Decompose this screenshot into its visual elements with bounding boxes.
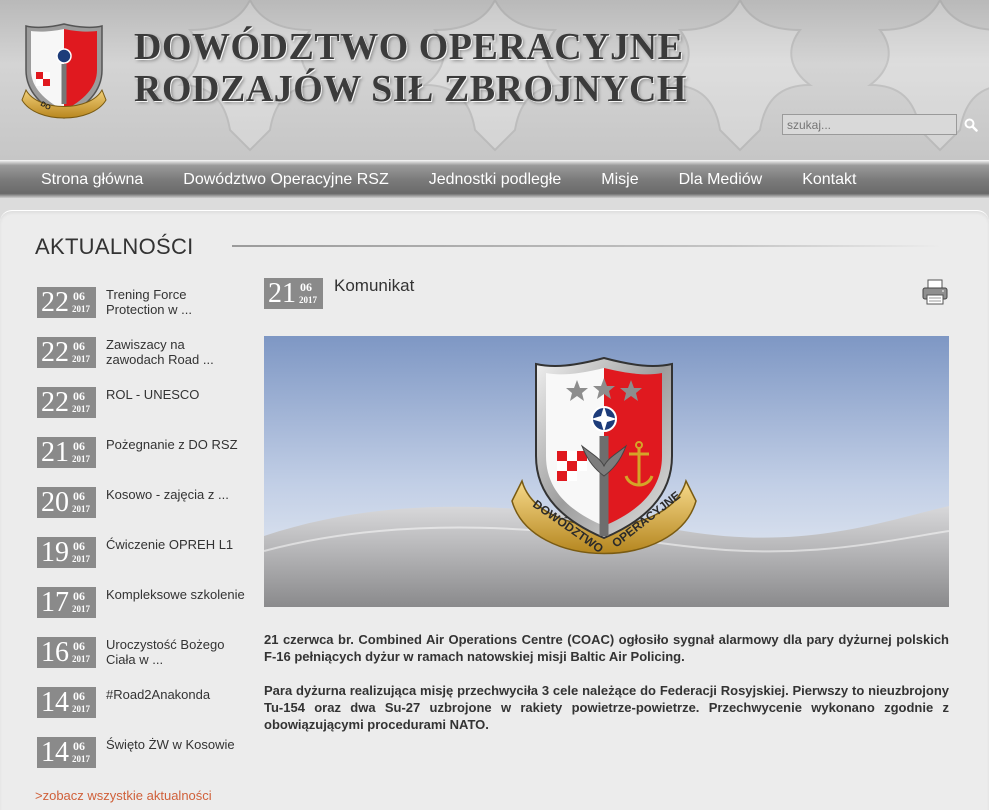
date-month: 06 bbox=[73, 739, 85, 753]
date-badge: 22 06 2017 bbox=[37, 337, 96, 368]
news-item-title[interactable]: Uroczystość Bożego Ciała w ... bbox=[106, 637, 246, 667]
date-day: 21 bbox=[41, 437, 69, 468]
date-year: 2017 bbox=[72, 354, 90, 364]
search-button[interactable] bbox=[960, 114, 982, 135]
date-year: 2017 bbox=[299, 295, 317, 305]
all-news-link[interactable]: >zobacz wszystkie aktualności bbox=[35, 788, 212, 803]
nav-item-media[interactable]: Dla Mediów bbox=[659, 161, 783, 199]
date-month: 06 bbox=[73, 589, 85, 603]
date-day: 22 bbox=[41, 387, 69, 418]
print-icon[interactable] bbox=[921, 279, 949, 305]
section-divider bbox=[232, 245, 942, 247]
news-item-title[interactable]: Ćwiczenie OPREH L1 bbox=[106, 537, 246, 552]
date-badge: 19 06 2017 bbox=[37, 537, 96, 568]
date-day: 20 bbox=[41, 487, 69, 518]
site-title[interactable]: DOWÓDZTWO OPERACYJNE RODZAJÓW SIŁ ZBROJN… bbox=[134, 26, 687, 110]
search-input[interactable] bbox=[782, 114, 957, 135]
news-item[interactable]: 22 06 2017 ROL - UNESCO bbox=[37, 387, 247, 427]
date-month: 06 bbox=[300, 280, 312, 294]
date-month: 06 bbox=[73, 439, 85, 453]
news-section-title: AKTUALNOŚCI bbox=[35, 234, 194, 259]
news-item-title[interactable]: Święto ŻW w Kosowie bbox=[106, 737, 246, 752]
site-header: DO DOWÓDZTWO OPERACYJNE RODZAJÓW SIŁ ZBR… bbox=[0, 0, 989, 160]
news-item[interactable]: 16 06 2017 Uroczystość Bożego Ciała w ..… bbox=[37, 637, 247, 677]
article-title: Komunikat bbox=[334, 276, 415, 295]
nav-item-home[interactable]: Strona główna bbox=[0, 161, 163, 199]
news-item[interactable]: 14 06 2017 Święto ŻW w Kosowie bbox=[37, 737, 247, 777]
date-badge: 22 06 2017 bbox=[37, 287, 96, 318]
nav-item-command[interactable]: Dowództwo Operacyjne RSZ bbox=[163, 161, 408, 199]
news-item[interactable]: 22 06 2017 Zawiszacy na zawodach Road ..… bbox=[37, 337, 247, 377]
date-month: 06 bbox=[73, 289, 85, 303]
eagle-watermark-icon bbox=[867, 0, 989, 152]
article-date-badge: 21 06 2017 bbox=[264, 278, 323, 309]
date-year: 2017 bbox=[72, 454, 90, 464]
date-badge: 14 06 2017 bbox=[37, 687, 96, 718]
date-day: 16 bbox=[41, 637, 69, 668]
date-day: 14 bbox=[41, 737, 69, 768]
nav-item-contact[interactable]: Kontakt bbox=[782, 161, 876, 199]
search-box bbox=[782, 114, 982, 136]
news-item[interactable]: 14 06 2017 #Road2Anakonda bbox=[37, 687, 247, 727]
nav-item-units[interactable]: Jednostki podległe bbox=[409, 161, 582, 199]
date-day: 22 bbox=[41, 337, 69, 368]
site-title-line2: RODZAJÓW SIŁ ZBROJNYCH bbox=[134, 68, 687, 110]
date-month: 06 bbox=[73, 539, 85, 553]
article-body: 21 czerwca br. Combined Air Operations C… bbox=[264, 631, 949, 750]
date-year: 2017 bbox=[72, 504, 90, 514]
news-item-title[interactable]: Trening Force Protection w ... bbox=[106, 287, 246, 317]
date-month: 06 bbox=[73, 389, 85, 403]
article-hero-image: DOWÓDZTWO OPERACYJNE bbox=[264, 336, 949, 607]
date-year: 2017 bbox=[72, 404, 90, 414]
logo-badge-icon[interactable]: DO bbox=[18, 20, 110, 124]
news-item-title[interactable]: Kosowo - zajęcia z ... bbox=[106, 487, 246, 502]
main-nav: Strona główna Dowództwo Operacyjne RSZ J… bbox=[0, 160, 989, 198]
date-month: 06 bbox=[73, 689, 85, 703]
search-icon bbox=[964, 118, 978, 132]
article-paragraph: Para dyżurna realizująca misję przechwyc… bbox=[264, 683, 949, 732]
news-item-title[interactable]: #Road2Anakonda bbox=[106, 687, 246, 702]
nav-item-missions[interactable]: Misje bbox=[581, 161, 658, 199]
date-badge: 16 06 2017 bbox=[37, 637, 96, 668]
date-month: 06 bbox=[73, 489, 85, 503]
news-item-title[interactable]: Pożegnanie z DO RSZ bbox=[106, 437, 246, 452]
news-item[interactable]: 17 06 2017 Kompleksowe szkolenie bbox=[37, 587, 247, 627]
news-item[interactable]: 21 06 2017 Pożegnanie z DO RSZ bbox=[37, 437, 247, 477]
date-badge: 14 06 2017 bbox=[37, 737, 96, 768]
article-paragraph: 21 czerwca br. Combined Air Operations C… bbox=[264, 632, 949, 664]
site-title-line1: DOWÓDZTWO OPERACYJNE bbox=[134, 26, 684, 68]
news-item[interactable]: 20 06 2017 Kosowo - zajęcia z ... bbox=[37, 487, 247, 527]
date-year: 2017 bbox=[72, 304, 90, 314]
date-day: 19 bbox=[41, 537, 69, 568]
date-badge: 20 06 2017 bbox=[37, 487, 96, 518]
date-day: 21 bbox=[268, 278, 296, 309]
news-item-title[interactable]: ROL - UNESCO bbox=[106, 387, 246, 402]
date-badge: 22 06 2017 bbox=[37, 387, 96, 418]
date-year: 2017 bbox=[72, 554, 90, 564]
news-item-title[interactable]: Kompleksowe szkolenie bbox=[106, 587, 246, 602]
date-year: 2017 bbox=[72, 754, 90, 764]
date-month: 06 bbox=[73, 639, 85, 653]
date-year: 2017 bbox=[72, 604, 90, 614]
date-year: 2017 bbox=[72, 654, 90, 664]
news-item-title[interactable]: Zawiszacy na zawodach Road ... bbox=[106, 337, 246, 367]
date-day: 22 bbox=[41, 287, 69, 318]
date-badge: 17 06 2017 bbox=[37, 587, 96, 618]
date-day: 14 bbox=[41, 687, 69, 718]
date-year: 2017 bbox=[72, 704, 90, 714]
news-item[interactable]: 22 06 2017 Trening Force Protection w ..… bbox=[37, 287, 247, 327]
date-day: 17 bbox=[41, 587, 69, 618]
date-badge: 21 06 2017 bbox=[37, 437, 96, 468]
news-item[interactable]: 19 06 2017 Ćwiczenie OPREH L1 bbox=[37, 537, 247, 577]
date-month: 06 bbox=[73, 339, 85, 353]
